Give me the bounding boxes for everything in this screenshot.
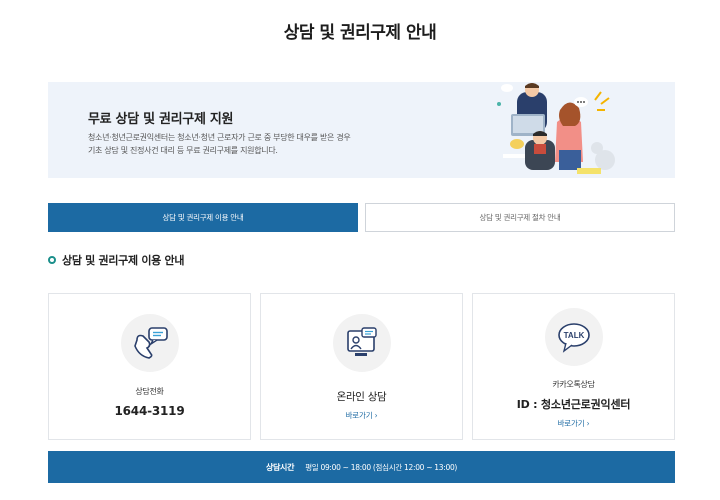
counsel-hours-text: 평일 09:00 ~ 18:00 (점심시간 12:00 ~ 13:00) — [305, 462, 458, 472]
tab-bar: 상담 및 권리구제 이용 안내 상담 및 권리구제 절차 안내 — [48, 203, 675, 232]
circle-bullet-icon — [48, 256, 56, 264]
tab-procedure-guide[interactable]: 상담 및 권리구제 절차 안내 — [365, 203, 675, 232]
kakaotalk-counsel-link[interactable]: 바로가기 › — [473, 418, 674, 429]
online-counsel-card: 온라인 상담 바로가기 › — [260, 293, 463, 440]
kakaotalk-icon: TALK — [545, 308, 603, 366]
section-heading-text: 상담 및 권리구제 이용 안내 — [62, 254, 185, 267]
counseling-illustration — [497, 83, 615, 174]
phone-counsel-label: 상담전화 — [135, 387, 164, 396]
banner-desc-line-2: 기초 상담 및 진정사건 대리 등 무료 권리구제를 지원합니다. — [88, 146, 278, 155]
phone-counsel-card: 상담전화 1644-3119 — [48, 293, 251, 440]
kakaotalk-icon-text: TALK — [564, 331, 585, 340]
page-title: 상담 및 권리구제 안내 — [283, 23, 437, 43]
section-heading: 상담 및 권리구제 이용 안내 — [48, 252, 184, 268]
online-counsel-title: 온라인 상담 — [336, 391, 387, 403]
tab-usage-guide[interactable]: 상담 및 권리구제 이용 안내 — [48, 203, 358, 232]
banner-description: 청소년·청년근로권익센터는 청소년·청년 근로자가 근로 중 부당한 대우를 받… — [88, 131, 388, 157]
kakaotalk-id: ID : 청소년근로권익센터 — [516, 398, 631, 411]
info-banner: 무료 상담 및 권리구제 지원 청소년·청년근로권익센터는 청소년·청년 근로자… — [48, 82, 675, 178]
counsel-hours-bar: 상담시간 평일 09:00 ~ 18:00 (점심시간 12:00 ~ 13:0… — [48, 451, 675, 483]
counsel-hours-label: 상담시간 — [265, 462, 295, 472]
online-counsel-link[interactable]: 바로가기 › — [261, 410, 462, 421]
kakaotalk-counsel-label: 카카오톡상담 — [552, 380, 595, 389]
banner-heading: 무료 상담 및 권리구제 지원 — [88, 112, 234, 127]
phone-number: 1644-3119 — [114, 404, 185, 418]
phone-chat-icon — [121, 314, 179, 372]
online-counsel-icon — [333, 314, 391, 372]
banner-desc-line-1: 청소년·청년근로권익센터는 청소년·청년 근로자가 근로 중 부당한 대우를 받… — [88, 133, 351, 142]
kakaotalk-counsel-card: TALK 카카오톡상담 ID : 청소년근로권익센터 바로가기 › — [472, 293, 675, 440]
